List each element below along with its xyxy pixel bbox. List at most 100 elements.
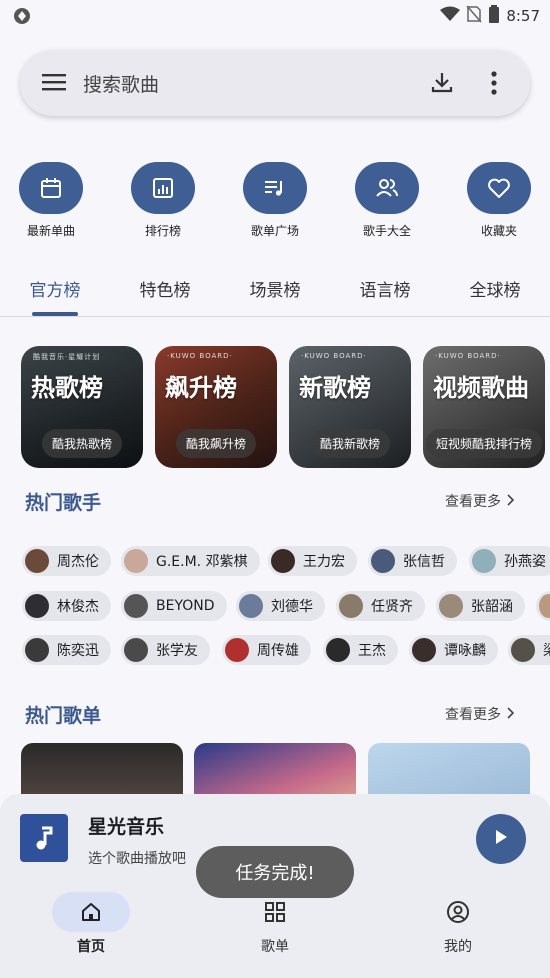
play-icon [493,828,509,850]
artist-chip[interactable]: 梁 [508,635,550,665]
artist-name: 林俊杰 [57,599,99,615]
quick-artists[interactable]: 歌手大全 [342,162,432,239]
artist-name: 张韶涵 [471,599,513,615]
avatar [271,549,295,573]
avatar [124,594,148,618]
chart-tag: 酷我新歌榜 [309,429,391,458]
avatar [511,638,535,662]
avatar [25,638,49,662]
artist-name: 周杰伦 [57,554,99,570]
quick-playlist-square[interactable]: 歌单广场 [230,162,320,239]
nav-mine[interactable]: 我的 [408,892,508,956]
nav-label: 我的 [444,939,472,955]
nav-label: 歌单 [261,939,289,955]
play-button[interactable] [476,814,526,864]
artist-chip[interactable] [536,591,550,621]
clock: 8:57 [506,7,540,25]
chart-brand: ·KUWO BOARD· [167,352,233,360]
search-bar[interactable]: 搜索歌曲 [20,50,530,116]
avatar [239,594,263,618]
tab-featured[interactable]: 特色榜 [125,276,205,301]
artist-chip[interactable]: 张信哲 [368,546,457,576]
hot-playlists-see-more[interactable]: 查看更多 [445,704,515,724]
see-more-label: 查看更多 [445,707,501,723]
artist-name: 王力宏 [303,554,345,570]
nav-label: 首页 [77,939,105,955]
nav-home[interactable]: 首页 [41,892,141,956]
player-title: 星光音乐 [88,816,165,838]
quick-label: 歌单广场 [250,224,299,238]
artist-name: 任贤齐 [371,599,413,615]
artist-name: 刘德华 [271,599,313,615]
artist-chip[interactable]: 张学友 [121,635,210,665]
people-icon [355,162,419,214]
avatar [124,549,148,573]
artist-chip[interactable]: 刘德华 [236,591,325,621]
artist-name: 张学友 [156,643,198,659]
quick-label: 收藏夹 [480,224,517,238]
tab-global[interactable]: 全球榜 [455,276,535,301]
chart-card-rising[interactable]: ·KUWO BOARD· 飙升榜 酷我飙升榜 [155,346,277,468]
chart-title: 视频歌曲 [433,374,529,402]
grid-icon [236,892,314,932]
quick-label: 最新单曲 [26,224,75,238]
avatar [371,549,395,573]
avatar [412,638,436,662]
tab-scene[interactable]: 场景榜 [235,276,315,301]
hot-artists-title: 热门歌手 [25,492,102,514]
menu-icon[interactable] [42,72,66,96]
artist-chip[interactable]: 张韶涵 [436,591,525,621]
tab-language[interactable]: 语言榜 [345,276,425,301]
more-options-icon[interactable] [490,70,498,100]
artist-chip[interactable]: 陈奕迅 [22,635,111,665]
nav-playlists[interactable]: 歌单 [225,892,325,956]
tab-official[interactable]: 官方榜 [15,276,95,301]
artist-name: 陈奕迅 [57,643,99,659]
search-input[interactable]: 搜索歌曲 [83,70,159,97]
chart-title: 热歌榜 [31,374,103,402]
chart-tag: 酷我飙升榜 [175,429,257,458]
artist-chip[interactable]: 周杰伦 [22,546,111,576]
quick-charts[interactable]: 排行榜 [118,162,208,239]
chart-card-video[interactable]: ·KUWO BOARD· 视频歌曲 短视频酷我排行榜 [423,346,545,468]
artist-chip[interactable]: 周传雄 [222,635,311,665]
artist-chip[interactable]: 任贤齐 [336,591,425,621]
battery-icon [488,5,500,27]
artist-chip[interactable]: 孙燕姿 [469,546,550,576]
artist-chip[interactable]: BEYOND [121,591,227,621]
artist-chip[interactable]: 林俊杰 [22,591,111,621]
chart-title: 飙升榜 [165,374,237,402]
heart-icon [467,162,531,214]
download-icon[interactable] [430,70,454,98]
quick-label: 歌手大全 [362,224,411,238]
hot-artists-see-more[interactable]: 查看更多 [445,491,515,511]
quick-favorites[interactable]: 收藏夹 [454,162,544,239]
avatar [326,638,350,662]
artist-name: G.E.M. 邓紫棋 [156,554,248,570]
artist-chip[interactable]: 谭咏麟 [409,635,498,665]
avatar [472,549,496,573]
chart-card-new[interactable]: ·KUWO BOARD· 新歌榜 酷我新歌榜 [289,346,411,468]
chart-card-hot[interactable]: 酷我音乐·星耀计划 热歌榜 酷我热歌榜 [21,346,143,468]
no-sim-icon [466,5,482,27]
chart-brand: ·KUWO BOARD· [435,352,501,360]
artist-chip[interactable]: G.E.M. 邓紫棋 [121,546,260,576]
artist-name: BEYOND [156,598,215,614]
home-icon [52,892,130,932]
avatar [439,594,463,618]
chart-tag: 酷我热歌榜 [41,429,123,458]
toast-message: 任务完成! [196,846,354,898]
artist-name: 张信哲 [403,554,445,570]
artist-name: 梁 [543,640,550,660]
chart-brand: 酷我音乐·星耀计划 [33,353,101,361]
chevron-right-icon [505,494,515,510]
avatar [124,638,148,662]
quick-label: 排行榜 [144,224,181,238]
profile-icon [419,892,497,932]
avatar [539,594,550,618]
quick-latest-singles[interactable]: 最新单曲 [6,162,96,239]
artist-name: 谭咏麟 [444,643,486,659]
hot-playlists-title: 热门歌单 [25,705,102,727]
artist-chip[interactable]: 王杰 [323,635,398,665]
artist-chip[interactable]: 王力宏 [268,546,357,576]
